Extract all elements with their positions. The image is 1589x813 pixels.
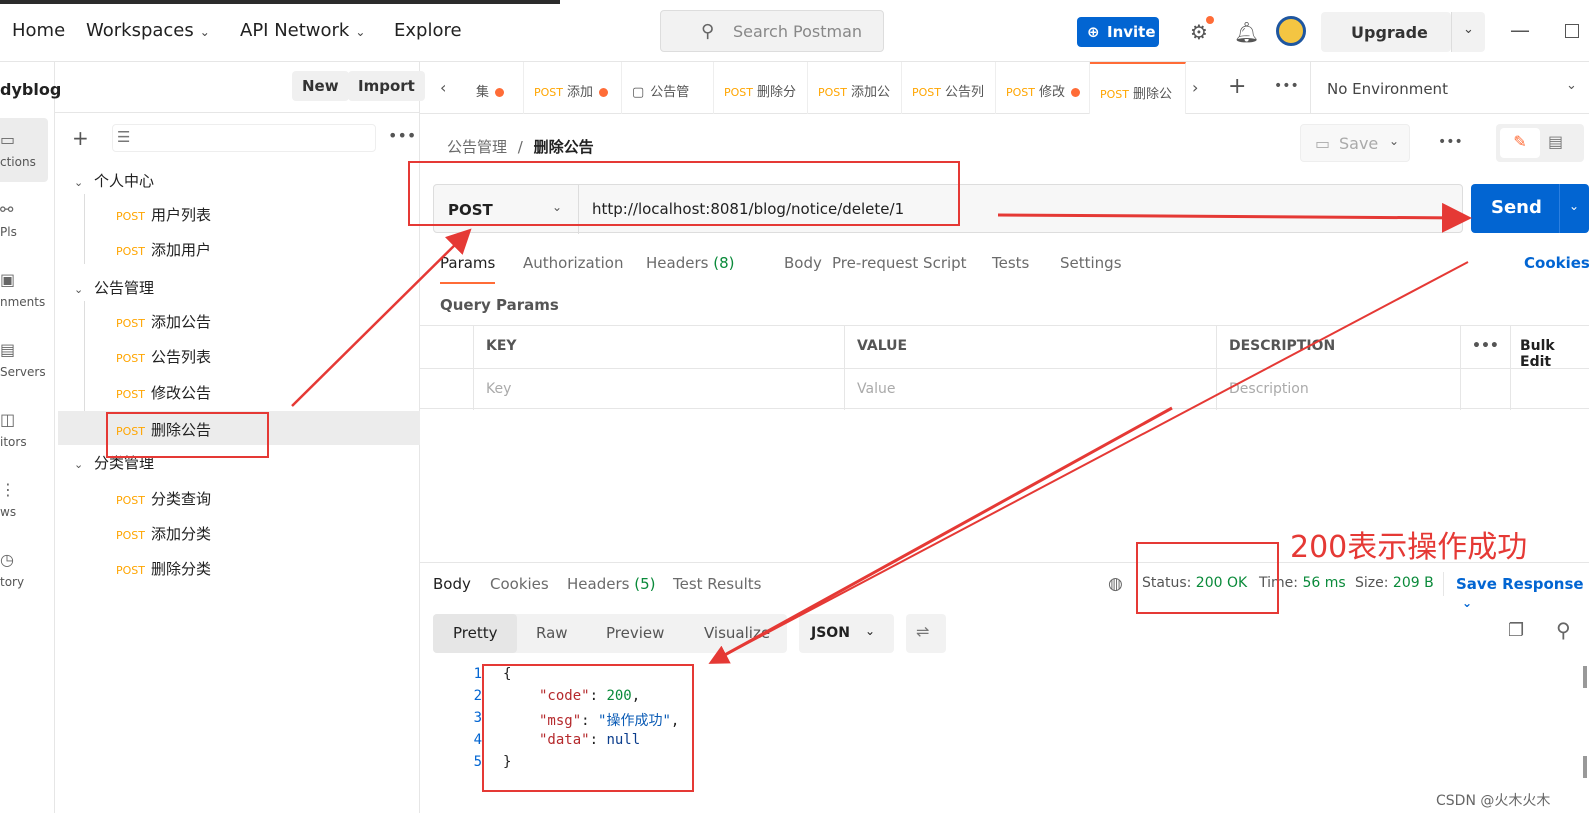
annotation-arrows — [291, 202, 1472, 664]
arrow-to-send — [997, 202, 1472, 233]
arrow-to-url — [291, 228, 472, 407]
watermark: CSDN @火木火木 — [1436, 793, 1551, 809]
arrow-to-json-thick — [711, 406, 1173, 664]
arrow-to-json — [708, 261, 1469, 664]
